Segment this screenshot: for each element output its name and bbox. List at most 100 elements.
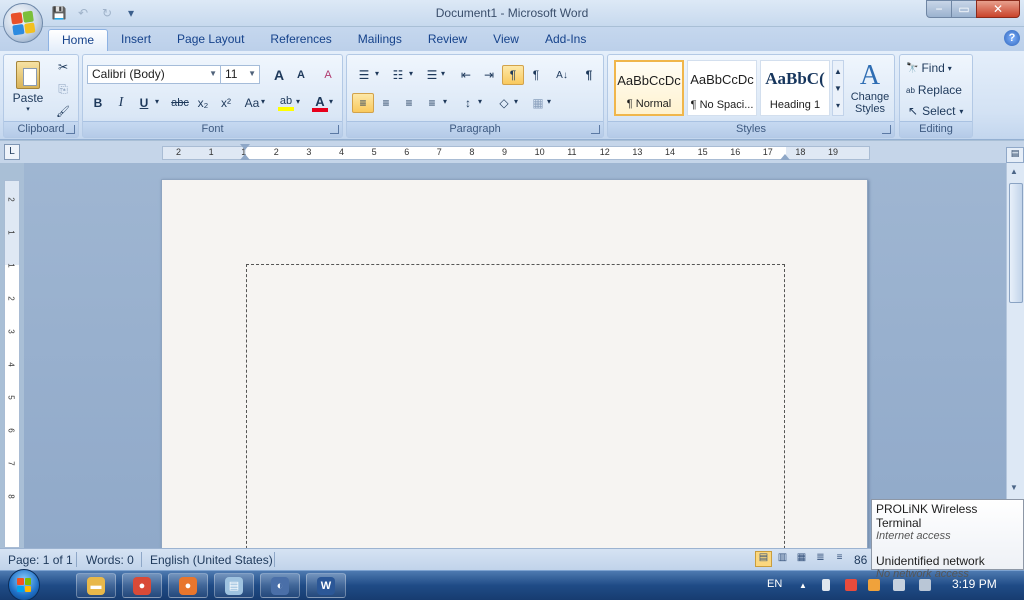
format-painter-icon[interactable]: 🖌 <box>52 101 74 121</box>
tab-references[interactable]: References <box>257 29 344 51</box>
scroll-down-icon[interactable]: ▼ <box>1010 483 1018 492</box>
close-button[interactable]: ✕ <box>976 0 1020 18</box>
battery-icon[interactable] <box>822 579 830 591</box>
styles-scroll[interactable]: ▲ ▼ ▾ <box>832 60 844 116</box>
bold-button[interactable]: B <box>87 93 109 113</box>
line-spacing-icon[interactable]: ↕ <box>457 93 479 113</box>
language-bar[interactable]: EN <box>767 578 782 590</box>
sort-icon[interactable]: A↓ <box>551 65 573 85</box>
more-icon[interactable]: ▾ <box>836 101 840 110</box>
tab-view[interactable]: View <box>480 29 532 51</box>
select-button[interactable]: ↖ Select ▾ <box>908 102 963 120</box>
tab-page-layout[interactable]: Page Layout <box>164 29 257 51</box>
office-button[interactable] <box>3 3 43 43</box>
tab-insert[interactable]: Insert <box>108 29 164 51</box>
shrink-font-button[interactable]: A <box>290 65 312 85</box>
font-size-combo[interactable]: 11 ▼ <box>220 65 260 84</box>
font-launcher-icon[interactable] <box>330 125 339 134</box>
full-screen-reading-icon[interactable]: ▥ <box>774 551 791 567</box>
network-icon[interactable] <box>893 579 905 591</box>
ruler-toggle-icon[interactable]: ▤ <box>1006 147 1024 163</box>
right-to-left-icon[interactable]: ¶ <box>525 65 547 85</box>
shading-icon[interactable]: ◇ <box>493 93 515 113</box>
taskbar-app-explorer[interactable]: ▬ <box>76 573 116 598</box>
change-styles-button[interactable]: A Change Styles <box>848 57 892 119</box>
italic-button[interactable]: I <box>110 93 132 113</box>
print-layout-icon[interactable]: ▤ <box>755 551 772 567</box>
chevron-up-icon[interactable]: ▲ <box>834 67 842 76</box>
zoom-level[interactable]: 86 <box>854 553 867 567</box>
tab-selector-button[interactable]: L <box>4 144 20 160</box>
scroll-up-icon[interactable]: ▲ <box>1010 167 1018 176</box>
show-marks-icon[interactable]: ¶ <box>578 65 600 85</box>
chevron-down-icon[interactable]: ▾ <box>547 97 551 106</box>
change-case-button[interactable]: Aa <box>241 93 263 113</box>
chevron-down-icon[interactable]: ▾ <box>478 97 482 106</box>
align-center-icon[interactable]: ≡ <box>375 93 397 113</box>
highlight-button[interactable]: ab <box>275 93 297 113</box>
taskbar-app-app[interactable]: ◐ <box>260 573 300 598</box>
taskbar-app-chrome[interactable]: ● <box>122 573 162 598</box>
multilevel-list-icon[interactable]: ☰ <box>421 65 443 85</box>
replace-button[interactable]: ab Replace <box>906 81 962 99</box>
decrease-indent-icon[interactable]: ⇤ <box>455 65 477 85</box>
chevron-down-icon[interactable]: ▼ <box>834 84 842 93</box>
help-icon[interactable]: ? <box>1004 30 1020 46</box>
taskbar-app-notepad[interactable]: ▤ <box>214 573 254 598</box>
font-color-button[interactable]: A <box>309 93 331 113</box>
clear-formatting-button[interactable]: A <box>317 65 339 85</box>
left-to-right-icon[interactable]: ¶ <box>502 65 524 85</box>
chevron-down-icon[interactable]: ▾ <box>409 69 413 78</box>
chevron-down-icon[interactable]: ▾ <box>441 69 445 78</box>
chevron-down-icon[interactable]: ▾ <box>443 97 447 106</box>
minimize-button[interactable]: − <box>926 0 952 18</box>
word-count[interactable]: Words: 0 <box>86 553 134 567</box>
page-count[interactable]: Page: 1 of 1 <box>8 553 73 567</box>
text-area-boundary[interactable] <box>246 264 785 548</box>
style-heading-1[interactable]: AaBbC( Heading 1 <box>760 60 830 116</box>
horizontal-ruler[interactable]: 2 1 1 2 3 4 5 6 7 8 9 10 11 12 13 14 15 16 17 18 19 <box>162 144 870 160</box>
chevron-down-icon[interactable]: ▾ <box>261 97 265 106</box>
document-page[interactable] <box>161 179 868 548</box>
cut-icon[interactable]: ✂ <box>52 57 74 77</box>
vertical-ruler[interactable]: 2 1 1 2 3 4 5 6 7 8 <box>4 180 20 548</box>
clipboard-launcher-icon[interactable] <box>66 125 75 134</box>
grow-font-button[interactable]: A <box>268 65 290 85</box>
numbering-icon[interactable]: ☷ <box>387 65 409 85</box>
style-no-spacing[interactable]: AaBbCcDc ¶ No Spaci... <box>687 60 757 116</box>
paragraph-launcher-icon[interactable] <box>591 125 600 134</box>
superscript-button[interactable]: x² <box>215 93 237 113</box>
taskbar-app-word[interactable]: W <box>306 573 346 598</box>
tab-add-ins[interactable]: Add-Ins <box>532 29 599 51</box>
copy-icon[interactable]: ⎘ <box>52 79 74 99</box>
align-left-icon[interactable]: ≡ <box>352 93 374 113</box>
subscript-button[interactable]: x₂ <box>192 93 214 113</box>
language-indicator[interactable]: English (United States) <box>150 553 273 567</box>
paste-button[interactable]: Paste ▾ <box>10 57 46 117</box>
borders-icon[interactable]: ▦ <box>527 93 549 113</box>
maximize-button[interactable]: ▭ <box>951 0 977 18</box>
app-tray-icon[interactable] <box>868 579 880 591</box>
justify-icon[interactable]: ≡ <box>421 93 443 113</box>
first-line-indent-marker[interactable] <box>240 144 250 150</box>
increase-indent-icon[interactable]: ⇥ <box>478 65 500 85</box>
vertical-scrollbar[interactable]: ▲ ▼ <box>1006 163 1024 548</box>
hanging-indent-marker[interactable] <box>240 154 250 160</box>
underline-button[interactable]: U <box>133 93 155 113</box>
web-layout-icon[interactable]: ▦ <box>793 551 810 567</box>
draft-icon[interactable]: ≡ <box>831 551 848 567</box>
scrollbar-thumb[interactable] <box>1009 183 1023 303</box>
bullets-icon[interactable]: ☰ <box>353 65 375 85</box>
chevron-down-icon[interactable]: ▾ <box>155 97 159 106</box>
tab-review[interactable]: Review <box>415 29 480 51</box>
start-button[interactable] <box>4 569 44 600</box>
outline-icon[interactable]: ≣ <box>812 551 829 567</box>
tab-mailings[interactable]: Mailings <box>345 29 415 51</box>
clock[interactable]: 3:19 PM <box>952 577 997 591</box>
taskbar-app-firefox[interactable]: ● <box>168 573 208 598</box>
chevron-down-icon[interactable]: ▾ <box>296 97 300 106</box>
tab-home[interactable]: Home <box>48 29 109 51</box>
find-button[interactable]: 🔭 Find ▾ <box>906 59 952 77</box>
chevron-down-icon[interactable]: ▾ <box>514 97 518 106</box>
security-alert-icon[interactable] <box>845 579 857 591</box>
